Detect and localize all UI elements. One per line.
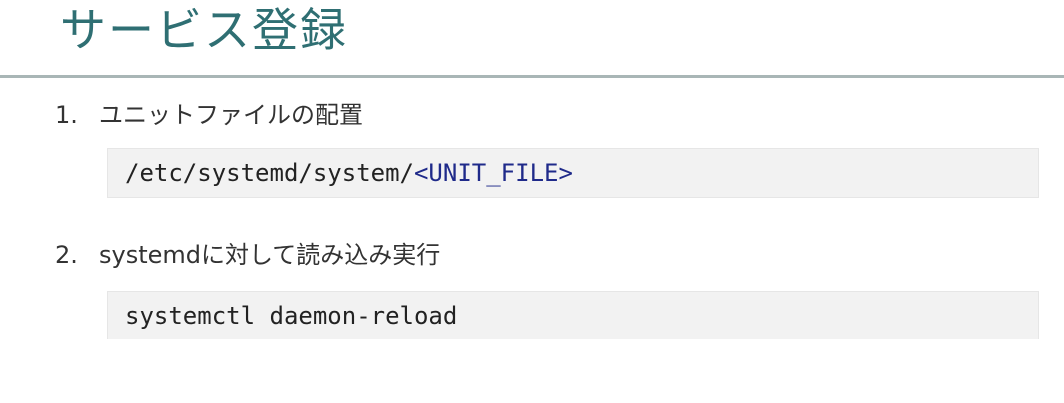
code-placeholder: <UNIT_FILE> (413, 159, 573, 187)
title-divider (0, 75, 1064, 78)
step-number: 1. (55, 101, 78, 129)
step-1: 1. ユニットファイルの配置 (55, 100, 363, 130)
step-text: ユニットファイルの配置 (99, 101, 363, 129)
step-2: 2. systemdに対して読み込み実行 (55, 240, 440, 270)
code-block-reload: systemctl daemon-reload (107, 291, 1039, 339)
code-command: systemctl daemon-reload (125, 302, 458, 330)
step-text: systemdに対して読み込み実行 (99, 241, 441, 269)
step-number: 2. (55, 241, 78, 269)
page-title: サービス登録 (60, 3, 348, 57)
code-path: /etc/systemd/system/ (125, 159, 414, 187)
code-block-unit-path: /etc/systemd/system/<UNIT_FILE> (107, 148, 1039, 198)
